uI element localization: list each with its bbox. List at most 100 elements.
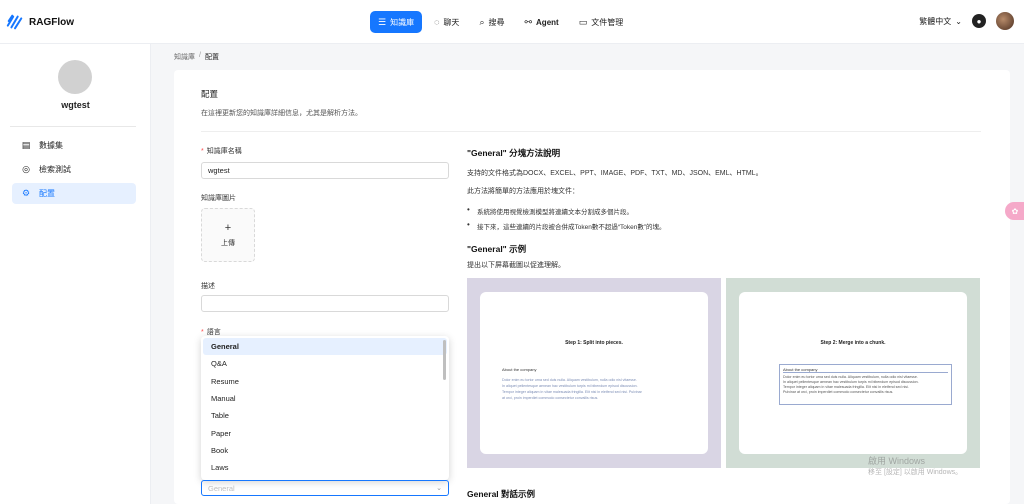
sidebar-menu: ▤ 數據集 ◎ 檢索測試 ⚙ 配置 [12,135,136,207]
method-intro: 此方法將簡單的方法應用於塊文件： [467,188,579,195]
dropdown-option[interactable]: Laws [203,459,447,476]
language-label: 繁體中文 [919,16,952,26]
image-upload-button[interactable]: + 上傳 [201,208,255,262]
dataset-icon: ▤ [21,140,31,150]
dropdown-option[interactable]: Table [203,407,447,424]
kb-name-label: * 知識庫名稱 [201,146,242,156]
breadcrumb-parent[interactable]: 知識庫 [174,52,195,62]
brand[interactable]: RAGFlow [6,13,74,31]
dropdown-option[interactable]: Manual [203,390,447,407]
nav-knowledge-base[interactable]: ☰ 知識庫 [370,11,423,33]
method-bullets: 系統將使用視覺檢測模型將連續文本分割成多個片段。 接下來，這些連續的片段被合併成… [467,205,666,236]
example-merged-chunk: About the company Dolor enim eu tortor u… [779,364,952,405]
nav-knowledge-base-label: 知識庫 [390,17,415,27]
dropdown-scrollbar[interactable] [443,340,446,380]
dropdown-option[interactable]: Book [203,442,447,459]
floating-assistant-button[interactable]: ✿ [1005,202,1024,220]
nav-file-management-label: 文件管理 [591,17,624,27]
language-label-text: 語言 [206,329,221,336]
nav-agent[interactable]: ⚯ Agent [516,11,566,33]
card-divider [201,131,981,132]
sidebar-item-retrieval-test[interactable]: ◎ 檢索測試 [12,159,136,180]
description-label: 描述 [201,283,215,290]
app-name: RAGFlow [29,16,74,28]
dropdown-option[interactable]: General [203,338,447,356]
retrieval-test-icon: ◎ [22,164,30,174]
page-subtitle: 在這裡更新您的知識庫詳細信息，尤其是解析方法。 [201,110,362,117]
sidebar-divider [10,126,136,127]
parser-method-select[interactable]: General ⌄ [201,480,449,496]
header-right: 繁體中文 ⌄ ● [919,12,1014,30]
agent-icon: ⚯ [524,16,533,27]
sidebar-item-configuration[interactable]: ⚙ 配置 [12,183,136,204]
example-panel: Step 2: Merge into a chunk. About the co… [739,292,967,454]
github-icon[interactable]: ● [972,14,986,28]
kb-name: wgtest [61,100,90,110]
breadcrumb: 知識庫 / 配置 [174,52,219,62]
language-selector[interactable]: 繁體中文 ⌄ [919,16,962,27]
sidebar: wgtest ▤ 數據集 ◎ 檢索測試 ⚙ 配置 [0,44,151,504]
watermark-line-1: 啟用 Windows [868,456,926,466]
nav-chat[interactable]: ◌ 聊天 [426,11,467,33]
main-nav: ☰ 知識庫 ◌ 聊天 ⌕ 搜尋 ⚯ Agent ▭ 文件管理 [370,11,631,33]
nav-chat-label: 聊天 [443,17,460,27]
example-image-merge: Step 2: Merge into a chunk. About the co… [726,278,980,468]
example-image-split: Step 1: Split into pieces. About the com… [467,278,721,468]
breadcrumb-current: 配置 [204,54,219,61]
windows-activation-watermark: 啟用 Windows 移至 [設定] 以啟用 Windows。 [868,456,962,478]
example-chunk-line: at orci, proin imperdiet commodo consect… [502,396,599,400]
search-icon: ⌕ [479,16,485,27]
config-card: 配置 在這裡更新您的知識庫詳細信息，尤其是解析方法。 * 知識庫名稱 wgtest… [174,70,1010,504]
example-heading: About the company [502,367,537,372]
kb-name-label-text: 知識庫名稱 [206,148,242,155]
select-placeholder: General [208,483,235,493]
nav-search[interactable]: ⌕ 搜尋 [471,11,512,33]
example-chunk-line: In aliquet pellentesque aenean hac vesti… [502,384,638,388]
database-icon: ☰ [378,16,387,27]
user-avatar[interactable] [996,12,1014,30]
list-item: 接下來，這些連續的片段被合併成Token數不超過“Token數”的塊。 [467,220,666,231]
nav-file-management[interactable]: ▭ 文件管理 [571,11,632,33]
sidebar-item-label: 配置 [39,189,55,198]
example-title: "General" 示例 [467,244,527,254]
example-heading: About the company [783,367,948,373]
folder-icon: ▭ [578,16,588,27]
chevron-down-icon: ⌄ [436,485,442,492]
required-mark: * [201,329,204,336]
chat-icon: ◌ [434,16,440,27]
kb-avatar [58,60,92,94]
kb-image-label: 知識庫圖片 [201,195,236,202]
chevron-down-icon: ⌄ [955,16,962,26]
kb-name-input[interactable]: wgtest [201,162,449,179]
description-input[interactable] [201,295,449,312]
page-title: 配置 [201,89,219,99]
list-item: 系統將使用視覺檢測模型將連續文本分割成多個片段。 [467,205,666,216]
example-panel: Step 1: Split into pieces. About the com… [480,292,708,454]
plus-icon: + [224,221,232,234]
top-header: RAGFlow ☰ 知識庫 ◌ 聊天 ⌕ 搜尋 ⚯ Agent ▭ 文件管理 繁… [0,0,1024,44]
upload-label: 上傳 [221,239,235,247]
nav-agent-label: Agent [536,17,559,27]
supported-formats: 支持的文件格式為DOCX、EXCEL、PPT、IMAGE、PDF、TXT、MD、… [467,170,763,177]
example-chunk-line: Pulvinar at orci, proin imperdiet commod… [783,390,894,394]
dropdown-option[interactable]: Q&A [203,355,447,372]
assistant-icon: ✿ [1011,206,1019,216]
example-chunk-line: Tempor integer aliquam in vitae malesuad… [502,390,642,394]
example-subtitle: 提出以下屏幕截圖以促進理解。 [467,262,565,269]
sidebar-item-label: 數據集 [39,141,63,150]
watermark-line-2: 移至 [設定] 以啟用 Windows。 [868,469,963,476]
dropdown-option[interactable]: Paper [203,424,447,441]
sidebar-item-dataset[interactable]: ▤ 數據集 [12,135,136,156]
settings-icon: ⚙ [21,188,31,198]
example-chunk-line: Dolor enim eu tortor urna sed duis nulla… [502,378,637,382]
example-step-title: Step 2: Merge into a chunk. [820,340,886,346]
sidebar-item-label: 檢索測試 [39,165,71,174]
nav-search-label: 搜尋 [488,17,505,27]
example-step-title: Step 1: Split into pieces. [565,340,623,346]
breadcrumb-separator: / [199,52,201,59]
dropdown-option[interactable]: Resume [203,373,447,390]
parser-dropdown: General Q&A Resume Manual Table Paper Bo… [201,336,449,480]
dialog-example-title: General 對話示例 [467,489,536,499]
method-title: "General" 分塊方法說明 [467,148,561,158]
ragflow-logo-icon [6,14,23,30]
